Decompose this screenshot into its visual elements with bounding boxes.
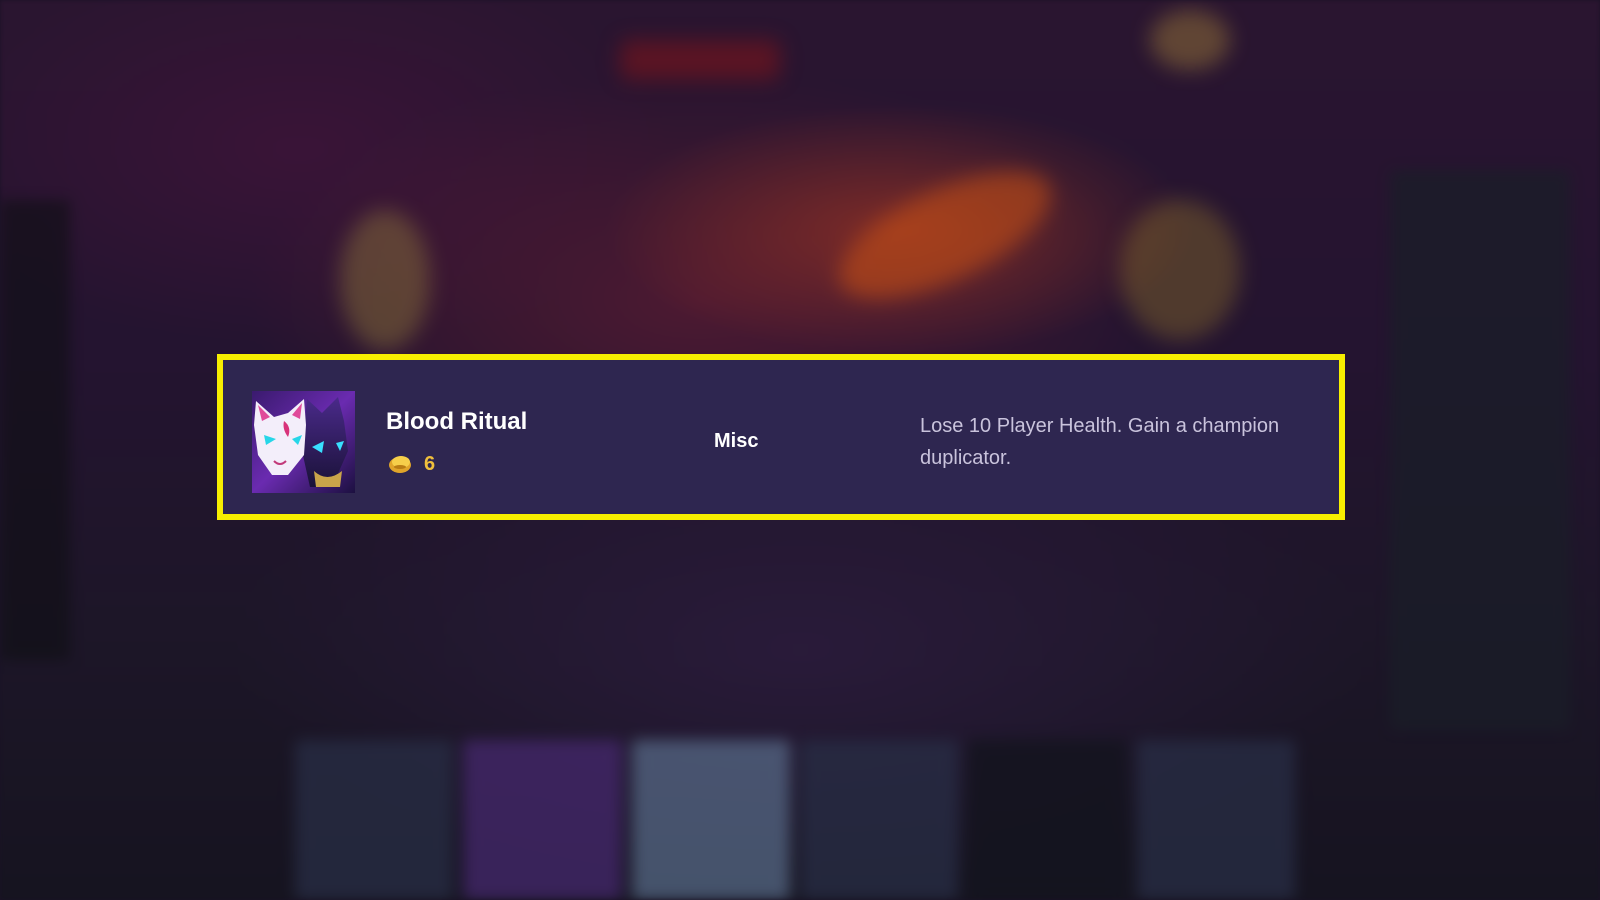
blurred-shop-card bbox=[968, 740, 1127, 900]
kitsune-mask-icon bbox=[252, 391, 355, 493]
augment-description: Lose 10 Player Health. Gain a champion d… bbox=[920, 415, 1280, 469]
blurred-left-panel bbox=[0, 200, 70, 660]
blurred-shop-card bbox=[799, 740, 959, 900]
blurred-shop-card bbox=[1136, 740, 1295, 900]
background-blur-shape bbox=[340, 210, 430, 350]
background-blur-shape bbox=[1120, 200, 1240, 340]
augment-title: Blood Ritual bbox=[386, 408, 528, 435]
augment-category: Misc bbox=[714, 430, 759, 452]
background-blur-shape bbox=[821, 145, 1069, 325]
augment-cost: 6 bbox=[424, 453, 436, 475]
blurred-shop-card bbox=[463, 740, 622, 900]
blurred-right-panel bbox=[1390, 170, 1570, 730]
blurred-shop-card bbox=[631, 740, 790, 900]
blurred-shop-cards bbox=[295, 740, 1295, 900]
background-blur-shape bbox=[620, 40, 780, 80]
background-blur-shape bbox=[1150, 10, 1230, 70]
gold-coin-icon bbox=[387, 453, 413, 475]
blurred-shop-card bbox=[295, 740, 454, 900]
